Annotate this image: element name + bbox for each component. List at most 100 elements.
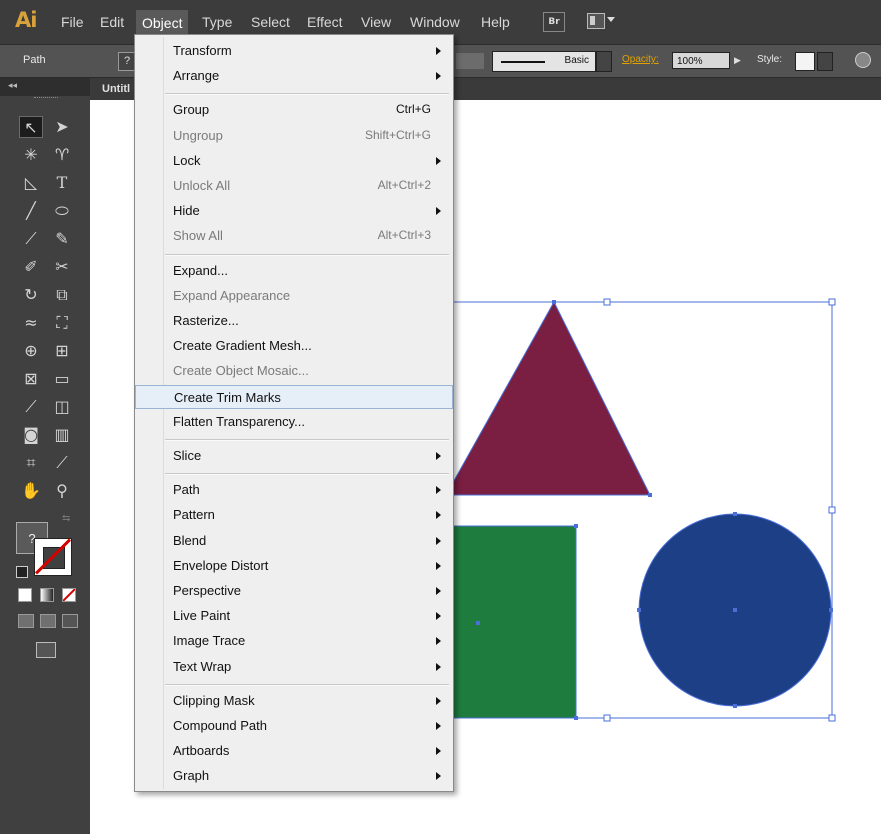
none-mode-icon[interactable] — [62, 588, 76, 602]
paintbrush-tool-icon[interactable]: ⟋ — [19, 228, 43, 250]
menu-type[interactable]: Type — [202, 14, 232, 30]
collapse-icon[interactable]: ◂◂ — [8, 80, 17, 91]
draw-inside-icon[interactable] — [62, 614, 78, 628]
menu-item-image-trace[interactable]: Image Trace — [135, 629, 453, 653]
type-tool-icon[interactable]: T — [50, 172, 74, 194]
draw-behind-icon[interactable] — [40, 614, 56, 628]
blend-tool-icon[interactable]: ◫ — [50, 396, 74, 418]
line-segment-tool-icon[interactable]: ╱ — [19, 200, 43, 222]
bounding-box-handle[interactable] — [603, 714, 611, 722]
gradient-mode-icon[interactable] — [40, 588, 54, 602]
menu-object[interactable]: Object — [136, 10, 189, 36]
menu-select[interactable]: Select — [251, 14, 290, 30]
stroke-weight-dropdown[interactable] — [456, 53, 484, 69]
anchor-point[interactable] — [829, 608, 833, 612]
menu-item-artboards[interactable]: Artboards — [135, 739, 453, 763]
submenu-arrow-icon — [436, 662, 441, 671]
eyedropper-tool-icon[interactable]: ⟋ — [19, 396, 43, 418]
menu-effect[interactable]: Effect — [307, 14, 343, 30]
panel-grip[interactable] — [34, 97, 58, 101]
menu-file[interactable]: File — [61, 14, 84, 30]
opacity-arrow-icon[interactable]: ▶ — [734, 52, 748, 69]
bridge-button[interactable]: Br — [543, 12, 565, 32]
anchor-point[interactable] — [574, 716, 578, 720]
menu-item-slice[interactable]: Slice — [135, 444, 453, 468]
menu-item-live-paint[interactable]: Live Paint — [135, 604, 453, 628]
selection-tool-icon[interactable]: ↖ — [19, 116, 43, 138]
width-tool-icon[interactable]: ≈ — [19, 312, 43, 334]
pencil-tool-icon[interactable]: ✎ — [50, 228, 74, 250]
menu-item-create-gradient-mesh[interactable]: Create Gradient Mesh... — [135, 334, 453, 358]
menu-edit[interactable]: Edit — [100, 14, 124, 30]
shape-builder-tool-icon[interactable]: ⊕ — [19, 340, 43, 362]
lasso-tool-icon[interactable]: ♈ — [50, 144, 74, 166]
menu-item-group[interactable]: Group Ctrl+G — [135, 98, 453, 122]
brush-definition-dropdown[interactable]: Basic — [492, 51, 596, 72]
menu-item-expand[interactable]: Expand... — [135, 259, 453, 283]
arrange-documents-button[interactable] — [587, 12, 619, 30]
scale-tool-icon[interactable]: ⧉ — [50, 284, 74, 306]
menu-item-blend[interactable]: Blend — [135, 529, 453, 553]
bounding-box-handle[interactable] — [828, 298, 836, 306]
triangle-shape[interactable] — [445, 300, 651, 496]
direct-selection-tool-icon[interactable]: ➤ — [50, 116, 74, 138]
zoom-tool-icon[interactable]: ⚲ — [50, 480, 74, 502]
anchor-point[interactable] — [733, 704, 737, 708]
menu-item-arrange[interactable]: Arrange — [135, 64, 453, 88]
menu-item-envelope-distort[interactable]: Envelope Distort — [135, 554, 453, 578]
artboard-tool-icon[interactable]: ⌗ — [19, 452, 43, 474]
magic-wand-tool-icon[interactable]: ✳ — [19, 144, 43, 166]
column-graph-tool-icon[interactable]: ▥ — [50, 424, 74, 446]
document-setup-icon[interactable] — [855, 52, 871, 68]
menu-item-transform[interactable]: Transform — [135, 39, 453, 63]
menu-item-clipping-mask[interactable]: Clipping Mask — [135, 689, 453, 713]
bounding-box-handle[interactable] — [603, 298, 611, 306]
default-fill-stroke-icon[interactable] — [16, 566, 28, 578]
hand-tool-icon[interactable]: ✋ — [19, 480, 43, 502]
menu-separator — [165, 253, 449, 256]
ellipse-tool-icon[interactable]: ⬭ — [50, 200, 74, 222]
graphic-style-swatch[interactable] — [795, 52, 815, 71]
brush-dropdown-arrow[interactable] — [596, 51, 612, 72]
screen-mode-icon[interactable] — [36, 642, 56, 658]
graphic-style-dropdown[interactable] — [817, 52, 833, 71]
slice-tool-icon[interactable]: ⟋ — [50, 452, 74, 474]
menu-item-flatten-transparency[interactable]: Flatten Transparency... — [135, 410, 453, 434]
color-mode-icon[interactable] — [18, 588, 32, 602]
menu-item-compound-path[interactable]: Compound Path — [135, 714, 453, 738]
menu-item-pattern[interactable]: Pattern — [135, 503, 453, 527]
menu-item-lock[interactable]: Lock — [135, 149, 453, 173]
anchor-point[interactable] — [648, 493, 652, 497]
square-shape[interactable] — [435, 525, 577, 719]
menu-item-graph[interactable]: Graph — [135, 764, 453, 788]
menu-item-path[interactable]: Path — [135, 478, 453, 502]
menu-window[interactable]: Window — [410, 14, 460, 30]
menu-item-unlock-all: Unlock All Alt+Ctrl+2 — [135, 174, 453, 198]
perspective-grid-tool-icon[interactable]: ⊞ — [50, 340, 74, 362]
menu-item-create-trim-marks[interactable]: Create Trim Marks — [135, 384, 453, 409]
symbol-sprayer-tool-icon[interactable]: ◙ — [19, 424, 43, 446]
anchor-point[interactable] — [574, 524, 578, 528]
scissors-tool-icon[interactable]: ✂ — [50, 256, 74, 278]
mesh-tool-icon[interactable]: ⊠ — [19, 368, 43, 390]
draw-normal-icon[interactable] — [18, 614, 34, 628]
menu-item-rasterize[interactable]: Rasterize... — [135, 309, 453, 333]
menu-view[interactable]: View — [361, 14, 391, 30]
bounding-box-handle[interactable] — [828, 714, 836, 722]
menu-help[interactable]: Help — [481, 14, 510, 30]
free-transform-tool-icon[interactable]: ⛶ — [50, 312, 74, 334]
menu-item-text-wrap[interactable]: Text Wrap — [135, 655, 453, 679]
menu-item-perspective[interactable]: Perspective — [135, 579, 453, 603]
anchor-point[interactable] — [733, 512, 737, 516]
rotate-tool-icon[interactable]: ↻ — [19, 284, 43, 306]
opacity-link[interactable]: Opacity: — [622, 54, 659, 65]
stroke-box-none[interactable] — [34, 538, 72, 576]
anchor-point[interactable] — [552, 300, 556, 304]
gradient-tool-icon[interactable]: ▭ — [50, 368, 74, 390]
opacity-input[interactable]: 100% — [672, 52, 730, 69]
blob-brush-tool-icon[interactable]: ✐ — [19, 256, 43, 278]
menu-item-hide[interactable]: Hide — [135, 199, 453, 223]
anchor-point[interactable] — [637, 608, 641, 612]
pen-tool-icon[interactable]: ◺ — [19, 172, 43, 194]
bounding-box-handle[interactable] — [828, 506, 836, 514]
